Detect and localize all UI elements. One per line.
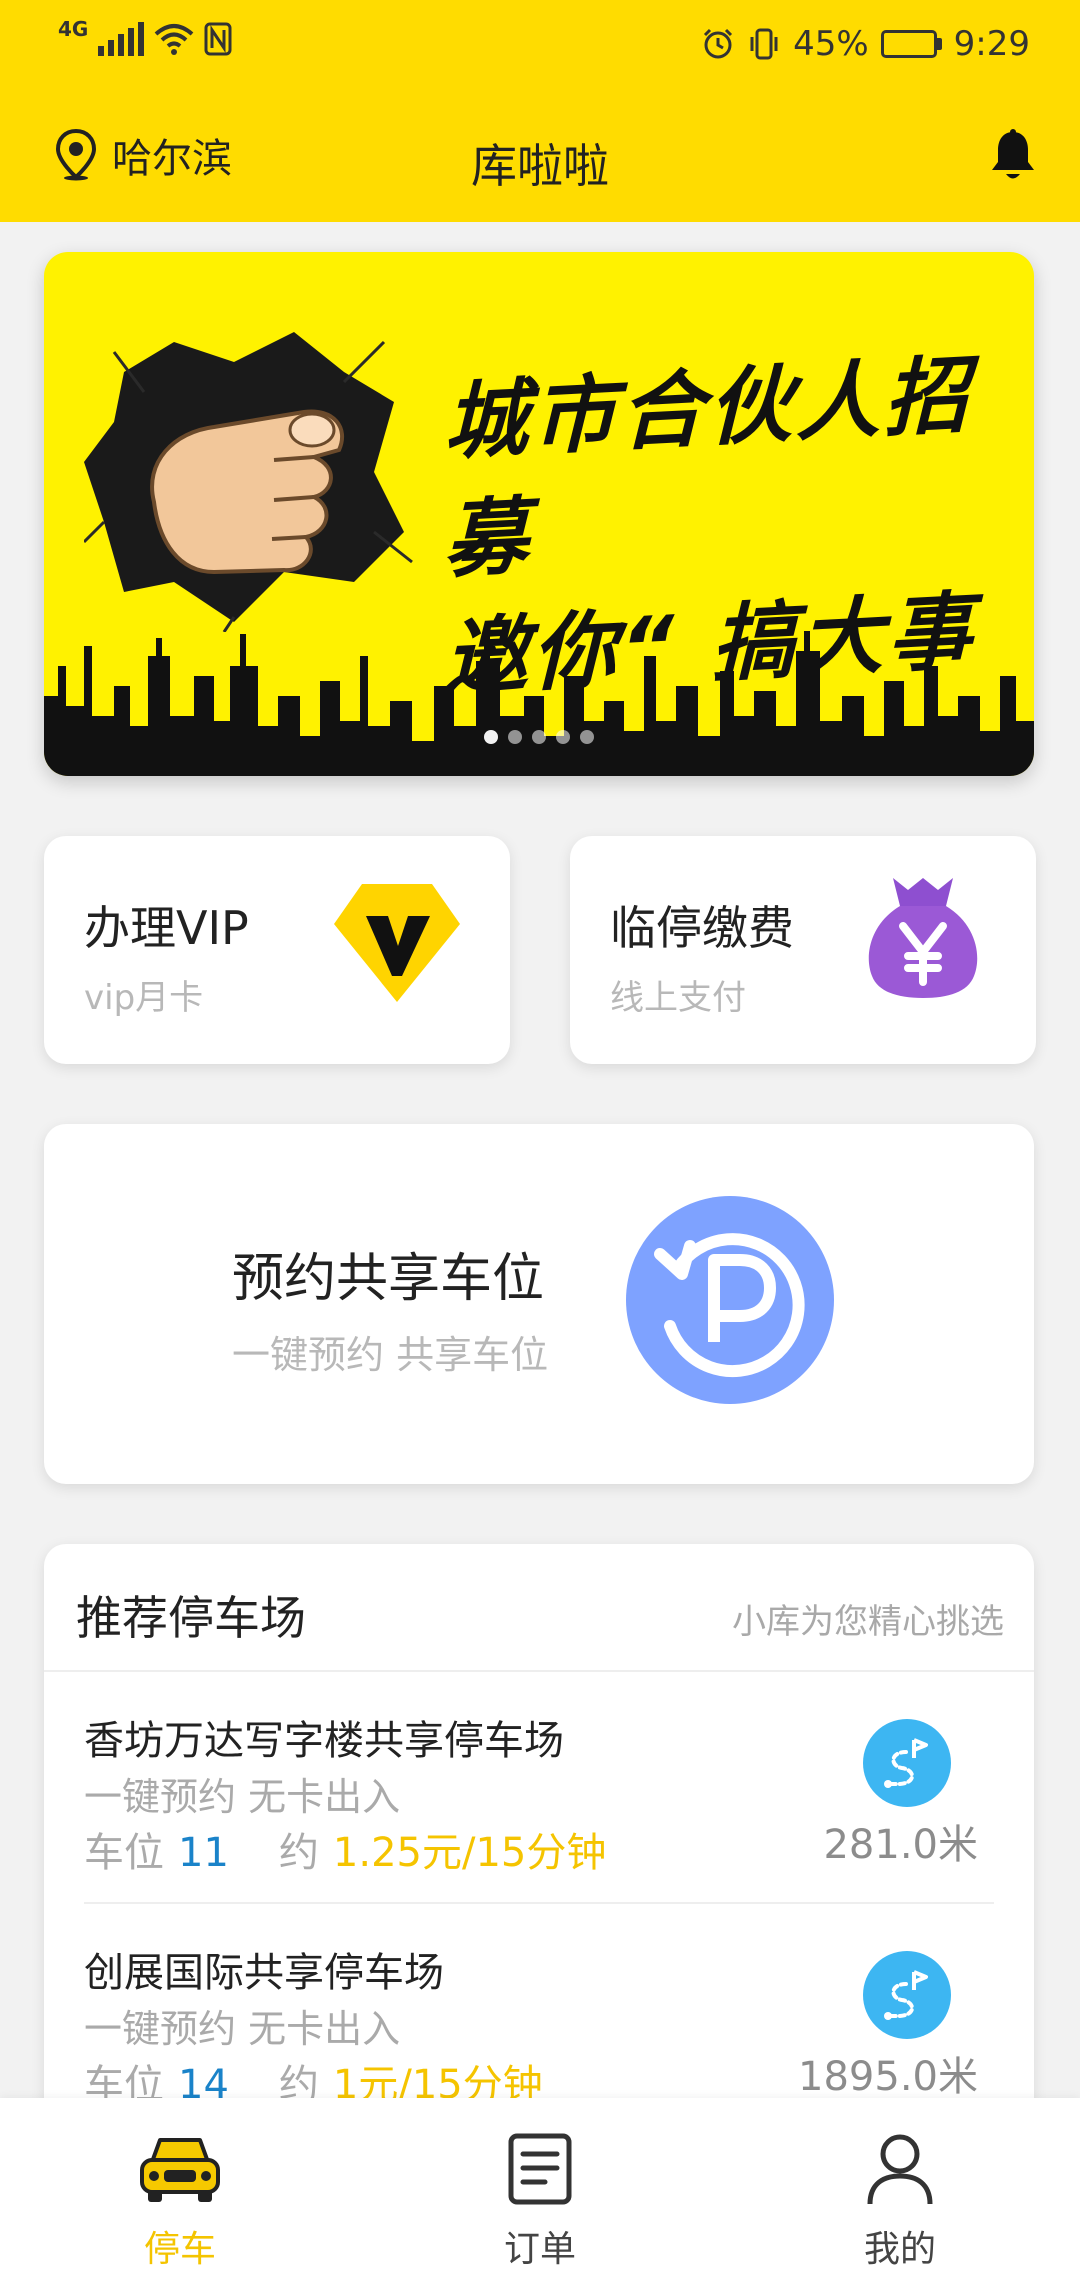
navigate-icon[interactable] [862,1950,952,2040]
nav-bar: 哈尔滨 库啦啦 [0,92,1080,222]
lot-meta: 车位 11 约 1.25元/15分钟 [84,1820,606,1878]
vip-title: 办理VIP [84,901,249,955]
carousel-dot[interactable] [484,730,498,744]
city-skyline [44,631,1034,776]
app-title: 库啦啦 [471,139,609,193]
reserve-subtitle: 一键预约 共享车位 [232,1333,549,1377]
price-prefix: 约 [278,1830,319,1876]
navigate-icon[interactable] [862,1718,952,1808]
tab-profile[interactable]: 我的 [800,2132,1000,2272]
bottom-tab-bar: 停车 订单 我的 [0,2098,1080,2280]
wifi-icon [155,24,194,55]
pay-title: 临停缴费 [610,901,794,955]
carousel-dot[interactable] [580,730,594,744]
parking-lot-item[interactable]: 香坊万达写字楼共享停车场 一键预约 无卡出入 车位 11 约 1.25元/15分钟 2… [44,1672,1034,1904]
pay-subtitle: 线上支付 [610,978,746,1018]
vibrate-icon [750,28,778,60]
lot-distance: 1895.0米 [798,2054,978,2100]
promo-banner[interactable]: 城市合伙人招募 邀你“ 搞大事 ” [44,252,1034,776]
tab-label: 我的 [863,2229,936,2270]
alarm-icon [704,28,733,59]
vip-subtitle: vip月卡 [84,978,204,1018]
parking-lot-item[interactable]: 创展国际共享停车场 一键预约 无卡出入 车位 14 约 1元/15分钟 1895.0米 [44,1904,1034,2104]
tab-orders[interactable]: 订单 [440,2132,640,2272]
document-icon [508,2133,572,2205]
tab-label: 停车 [143,2229,216,2270]
carousel-dot[interactable] [532,730,546,744]
user-icon [867,2134,933,2205]
vip-diamond-icon [334,884,460,1002]
parking-refresh-icon [626,1196,834,1404]
lot-name: 创展国际共享停车场 [84,1950,444,1996]
signal-icon [98,22,145,56]
recommended-section: 推荐停车场 小库为您精心挑选 香坊万达写字楼共享停车场 一键预约 无卡出入 车位… [44,1544,1034,2104]
lot-price: 1.25元/15分钟 [332,1830,607,1876]
carousel-dot[interactable] [508,730,522,744]
bell-icon[interactable] [988,128,1038,184]
recommended-header: 推荐停车场 小库为您精心挑选 [44,1544,1034,1672]
car-icon [140,2138,220,2202]
reserve-card[interactable]: 预约共享车位 一键预约 共享车位 [44,1124,1034,1484]
reserve-title: 预约共享车位 [232,1249,545,1309]
tab-label: 订单 [503,2229,576,2270]
money-bag-icon [868,878,978,998]
app-header: 4G 45% 9:29 哈尔滨 库啦啦 [0,0,1080,222]
pointing-hand-icon [84,332,413,632]
lot-name: 香坊万达写字楼共享停车场 [84,1718,564,1764]
lot-desc: 一键预约 无卡出入 [84,2007,401,2051]
network-type: 4G [58,17,89,41]
pay-card[interactable]: 临停缴费 线上支付 [570,836,1036,1064]
tab-parking[interactable]: 停车 [80,2132,280,2272]
recommended-hint: 小库为您精心挑选 [732,1602,1004,1642]
vip-card[interactable]: 办理VIP vip月卡 [44,836,510,1064]
lot-desc: 一键预约 无卡出入 [84,1775,401,1819]
battery-percent: 45% [793,24,869,64]
lot-distance: 281.0米 [823,1822,978,1868]
lot-meta: 车位 14 约 1元/15分钟 [84,2052,543,2104]
carousel-dot[interactable] [556,730,570,744]
nfc-icon [204,22,232,56]
recommended-title: 推荐停车场 [76,1591,306,1645]
slot-count: 11 [178,1830,229,1876]
clock: 9:29 [953,24,1030,64]
status-bar: 4G 45% 9:29 [0,0,1080,92]
banner-line-1: 城市合伙人招募 [444,345,973,590]
battery-icon [880,30,942,58]
carousel-dots[interactable] [484,730,594,744]
slots-label: 车位 [84,1830,164,1876]
